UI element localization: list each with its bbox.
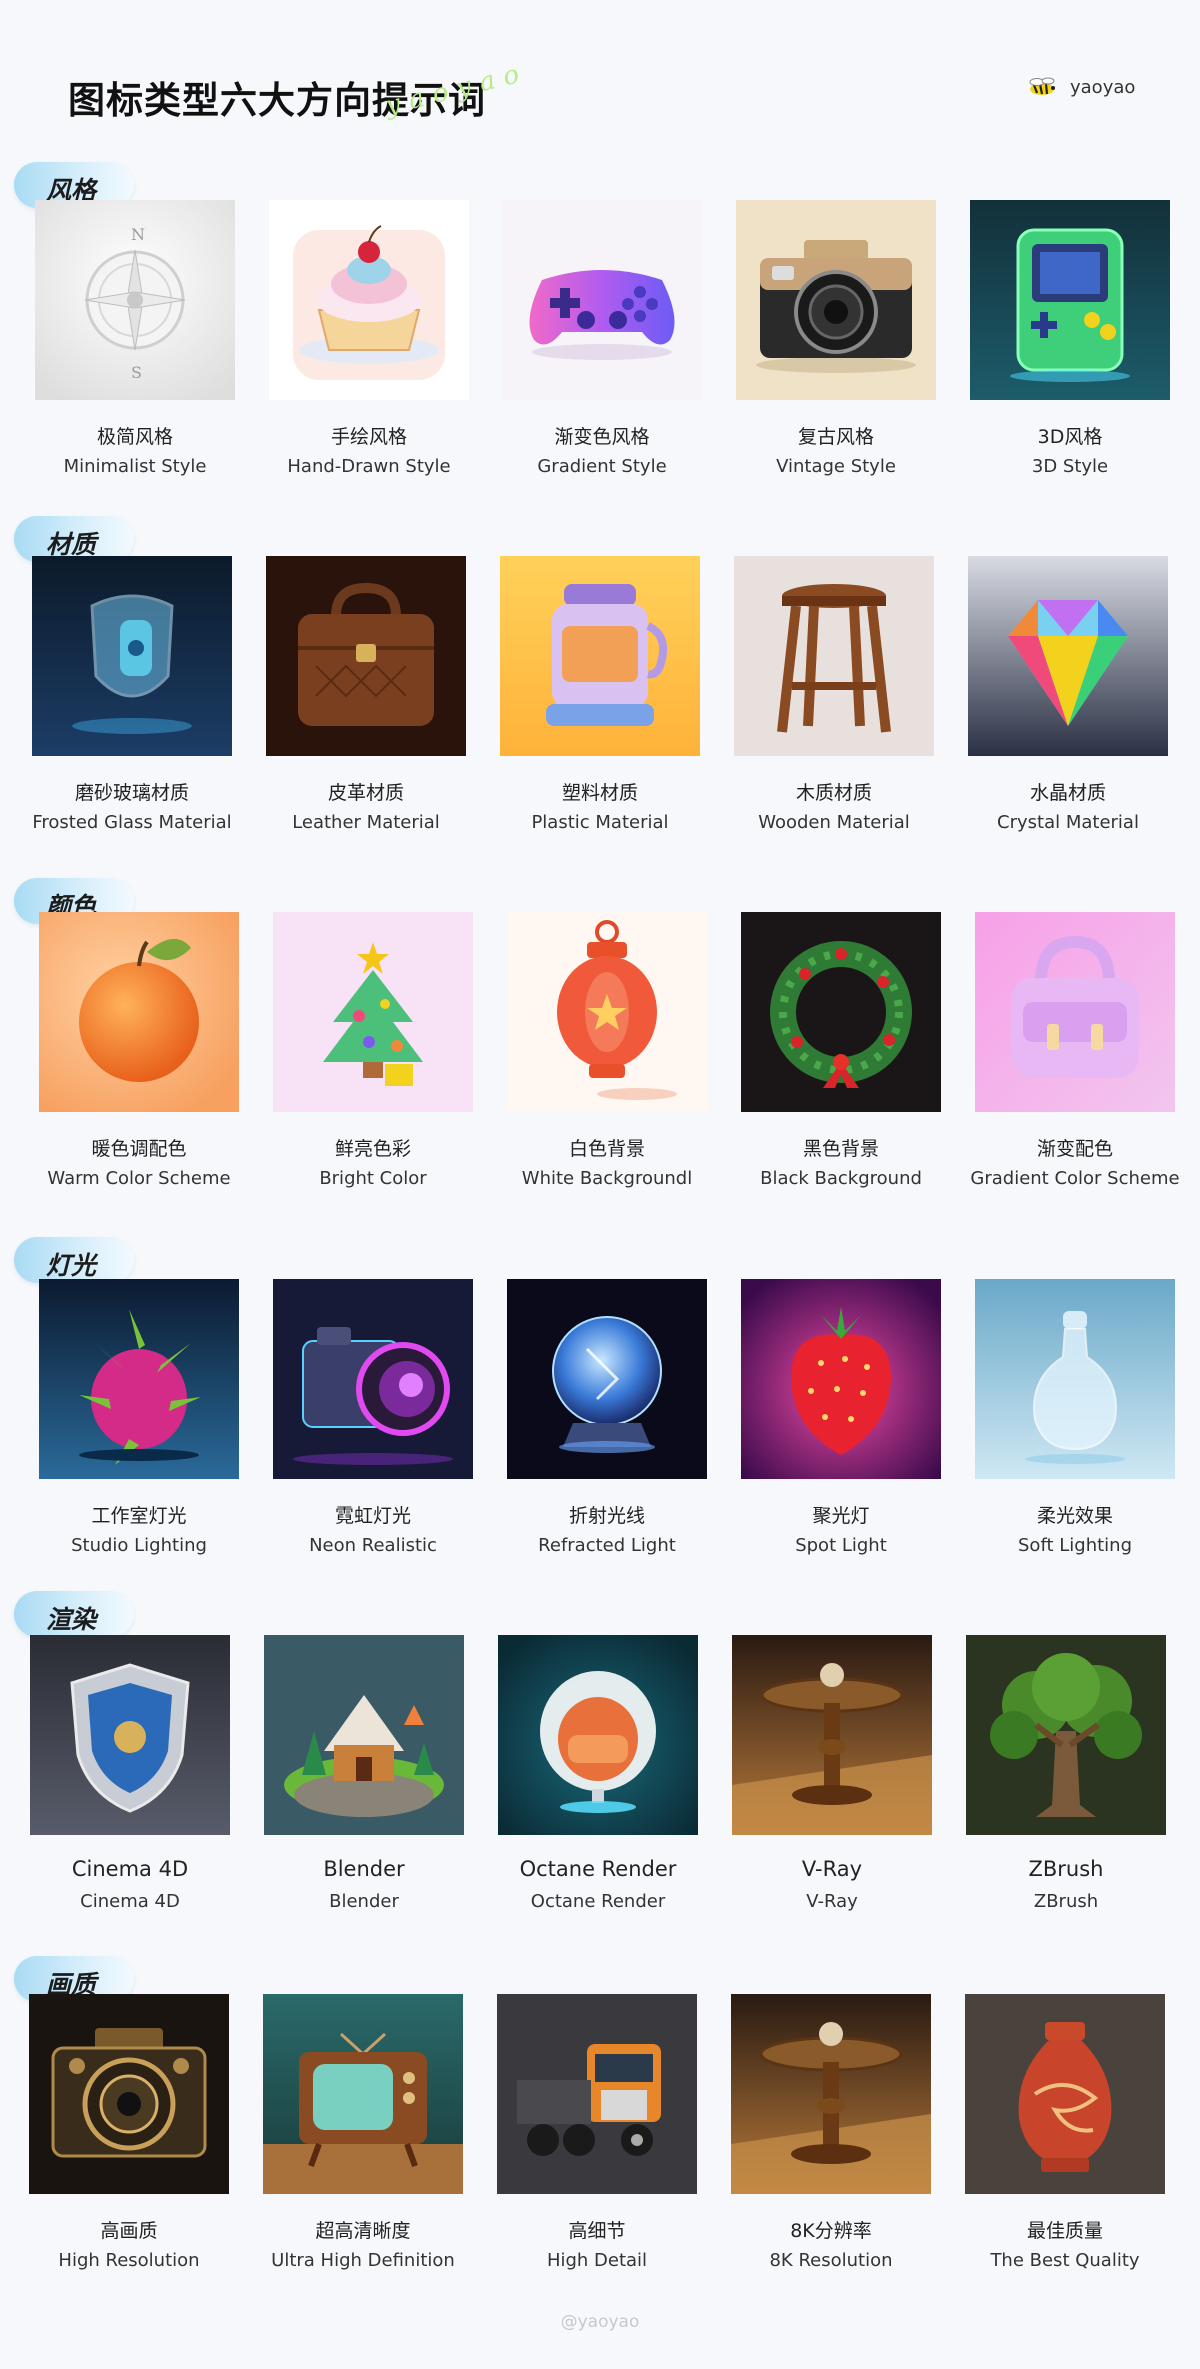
section-tag: 渲染	[14, 1591, 134, 1637]
handheld-console-icon	[970, 200, 1170, 400]
crystal-ball-icon	[507, 1279, 707, 1479]
lighting-name-en: Soft Lighting	[1018, 1535, 1132, 1556]
wreath-icon	[741, 912, 941, 1112]
wooden-stool-icon	[734, 556, 934, 756]
section-tag-label: 渲染	[46, 1605, 97, 1634]
neon-camera-icon	[273, 1279, 473, 1479]
dragon-vase-icon	[965, 1994, 1165, 2194]
glass-shield-icon	[32, 556, 232, 756]
metal-shield-icon	[30, 1635, 230, 1835]
cottage-island-icon	[264, 1635, 464, 1835]
strawberry-icon	[741, 1279, 941, 1479]
christmas-tree-icon	[273, 912, 473, 1112]
retro-camera-icon	[736, 200, 936, 400]
truck-icon	[497, 1994, 697, 2194]
lantern-icon	[507, 912, 707, 1112]
wooden-table-icon	[732, 1635, 932, 1835]
glass-bottle-icon	[975, 1279, 1175, 1479]
renderer-name-en: ZBrush	[1033, 1891, 1099, 1912]
compass-icon: N S	[35, 200, 235, 400]
style-name-en: 3D Style	[1031, 456, 1109, 477]
color-name-cn: 渐变配色	[1036, 1138, 1113, 1160]
vintage-camera-icon	[29, 1994, 229, 2194]
quality-name-cn: 最佳质量	[1026, 2220, 1103, 2242]
brand-name: yaoyao	[1070, 76, 1136, 98]
brand: yaoyao	[1026, 76, 1135, 98]
quality-name-en: The Best Quality	[990, 2250, 1140, 2271]
color-name-en: Gradient Color Scheme	[970, 1168, 1180, 1189]
bee-icon	[1026, 76, 1058, 98]
style-name-cn: 3D风格	[1037, 426, 1103, 448]
material-name-cn: 水晶材质	[1029, 782, 1106, 804]
cupcake-icon	[269, 200, 469, 400]
section-tag: 灯光	[14, 1237, 134, 1283]
leather-bag-icon	[266, 556, 466, 756]
material-name-en: Crystal Material	[997, 812, 1139, 833]
section-tag-label: 灯光	[46, 1251, 97, 1280]
gamepad-icon	[502, 200, 702, 400]
svg-text:N: N	[131, 225, 145, 244]
tree-icon	[966, 1635, 1166, 1835]
handbag-icon	[975, 912, 1175, 1112]
renderer-name: ZBrush	[1028, 1857, 1104, 1881]
svg-text:S: S	[131, 363, 142, 382]
crystal-gem-icon	[968, 556, 1168, 756]
dragon-fruit-icon	[39, 1279, 239, 1479]
apple-icon	[39, 912, 239, 1112]
lighting-name-cn: 柔光效果	[1036, 1505, 1113, 1527]
egg-chair-icon	[498, 1635, 698, 1835]
plastic-blender-icon	[500, 556, 700, 756]
retro-tv-icon	[263, 1994, 463, 2194]
footer-handle: @yaoyao	[560, 2312, 640, 2332]
wooden-table-icon	[731, 1994, 931, 2194]
